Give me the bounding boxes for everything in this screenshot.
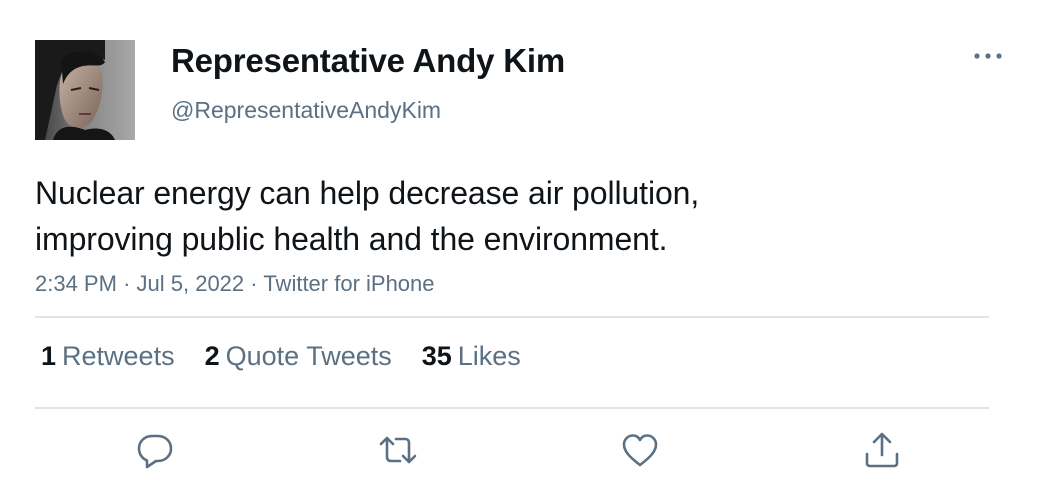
meta-separator: · [123, 271, 137, 296]
tweet-text-line: Nuclear energy can help decrease air pol… [35, 175, 700, 211]
share-upload-icon [865, 432, 899, 468]
more-options-button[interactable] [968, 42, 1008, 70]
more-horizontal-icon [974, 53, 1002, 59]
retweets-label: Retweets [62, 341, 175, 371]
share-button[interactable] [862, 430, 902, 470]
user-handle[interactable]: @RepresentativeAndyKim [171, 97, 441, 124]
divider [35, 316, 989, 318]
like-button[interactable] [620, 430, 660, 470]
tweet-text: Nuclear energy can help decrease air pol… [35, 170, 935, 262]
heart-icon [622, 434, 658, 467]
quote-tweets-label: Quote Tweets [225, 341, 392, 371]
display-name[interactable]: Representative Andy Kim [171, 42, 565, 80]
retweets-count: 1 [41, 341, 57, 371]
divider [35, 407, 989, 409]
retweet-arrows-icon [379, 436, 417, 464]
meta-separator: · [250, 271, 264, 296]
tweet-metadata: 2:34 PM · Jul 5, 2022 · Twitter for iPho… [35, 271, 435, 297]
avatar-photo [35, 40, 135, 140]
likes-stat[interactable]: 35 Likes [422, 341, 521, 372]
tweet-text-line: improving public health and the environm… [35, 221, 668, 257]
likes-label: Likes [457, 341, 521, 371]
tweet-date[interactable]: Jul 5, 2022 [137, 271, 245, 296]
tweet-card: Representative Andy Kim @RepresentativeA… [0, 0, 1050, 480]
reply-button[interactable] [135, 430, 175, 470]
avatar[interactable] [35, 40, 135, 140]
tweet-timestamp[interactable]: 2:34 PM [35, 271, 117, 296]
retweets-stat[interactable]: 1 Retweets [41, 341, 175, 372]
retweet-button[interactable] [378, 430, 418, 470]
likes-count: 35 [421, 341, 452, 371]
quote-tweets-stat[interactable]: 2 Quote Tweets [205, 341, 392, 372]
tweet-stats: 1 Retweets 2 Quote Tweets 35 Likes [41, 341, 551, 372]
reply-bubble-icon [137, 434, 173, 469]
quote-tweets-count: 2 [204, 341, 220, 371]
tweet-source[interactable]: Twitter for iPhone [263, 271, 434, 296]
